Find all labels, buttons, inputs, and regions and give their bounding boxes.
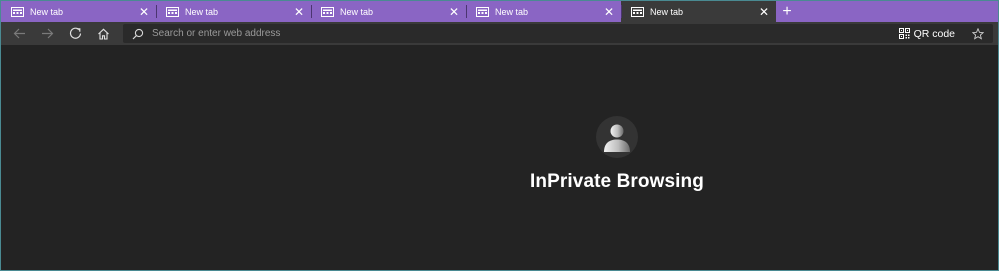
arrow-left-icon: [13, 28, 25, 39]
tab-title: New tab: [495, 6, 529, 17]
qr-code-button[interactable]: QR code: [898, 27, 955, 40]
tab-strip: New tab ✕ New tab ✕ New tab ✕ New tab ✕ …: [1, 1, 998, 22]
address-bar: QR code: [123, 24, 993, 43]
tab-title: New tab: [185, 6, 219, 17]
person-icon: [604, 124, 630, 152]
new-tab-page-icon: [631, 6, 644, 17]
tab-new-tab-3[interactable]: New tab ✕: [311, 1, 466, 22]
new-tab-page-icon: [476, 6, 489, 17]
qr-code-label: QR code: [913, 27, 955, 40]
favorite-button[interactable]: [971, 27, 985, 41]
toolbar: QR code: [1, 22, 998, 45]
close-tab-icon[interactable]: ✕: [137, 5, 151, 19]
address-input[interactable]: [152, 25, 899, 42]
tab-new-tab-1[interactable]: New tab ✕: [1, 1, 156, 22]
arrow-right-icon: [41, 28, 53, 39]
refresh-icon: [69, 27, 81, 39]
tab-title: New tab: [650, 6, 684, 17]
tab-new-tab-2[interactable]: New tab ✕: [156, 1, 311, 22]
forward-button[interactable]: [33, 22, 61, 45]
close-tab-icon[interactable]: ✕: [602, 5, 616, 19]
tab-new-tab-active[interactable]: New tab ✕: [621, 1, 776, 22]
close-tab-icon[interactable]: ✕: [292, 5, 306, 19]
new-tab-button[interactable]: +: [776, 1, 798, 22]
tab-title: New tab: [30, 6, 64, 17]
new-tab-page-icon: [321, 6, 334, 17]
back-button[interactable]: [5, 22, 33, 45]
tab-new-tab-4[interactable]: New tab ✕: [466, 1, 621, 22]
star-icon: [972, 27, 984, 40]
close-tab-icon[interactable]: ✕: [447, 5, 461, 19]
refresh-button[interactable]: [61, 22, 89, 45]
tab-title: New tab: [340, 6, 374, 17]
inprivate-avatar: [596, 116, 638, 158]
new-tab-page-icon: [11, 6, 24, 17]
page-title: InPrivate Browsing: [530, 171, 704, 192]
home-button[interactable]: [89, 22, 117, 45]
qr-code-icon: [898, 28, 910, 39]
new-tab-page-icon: [166, 6, 179, 17]
home-icon: [97, 28, 109, 40]
page-content: [1, 45, 998, 270]
search-icon: [132, 28, 144, 39]
close-tab-icon[interactable]: ✕: [757, 5, 771, 19]
